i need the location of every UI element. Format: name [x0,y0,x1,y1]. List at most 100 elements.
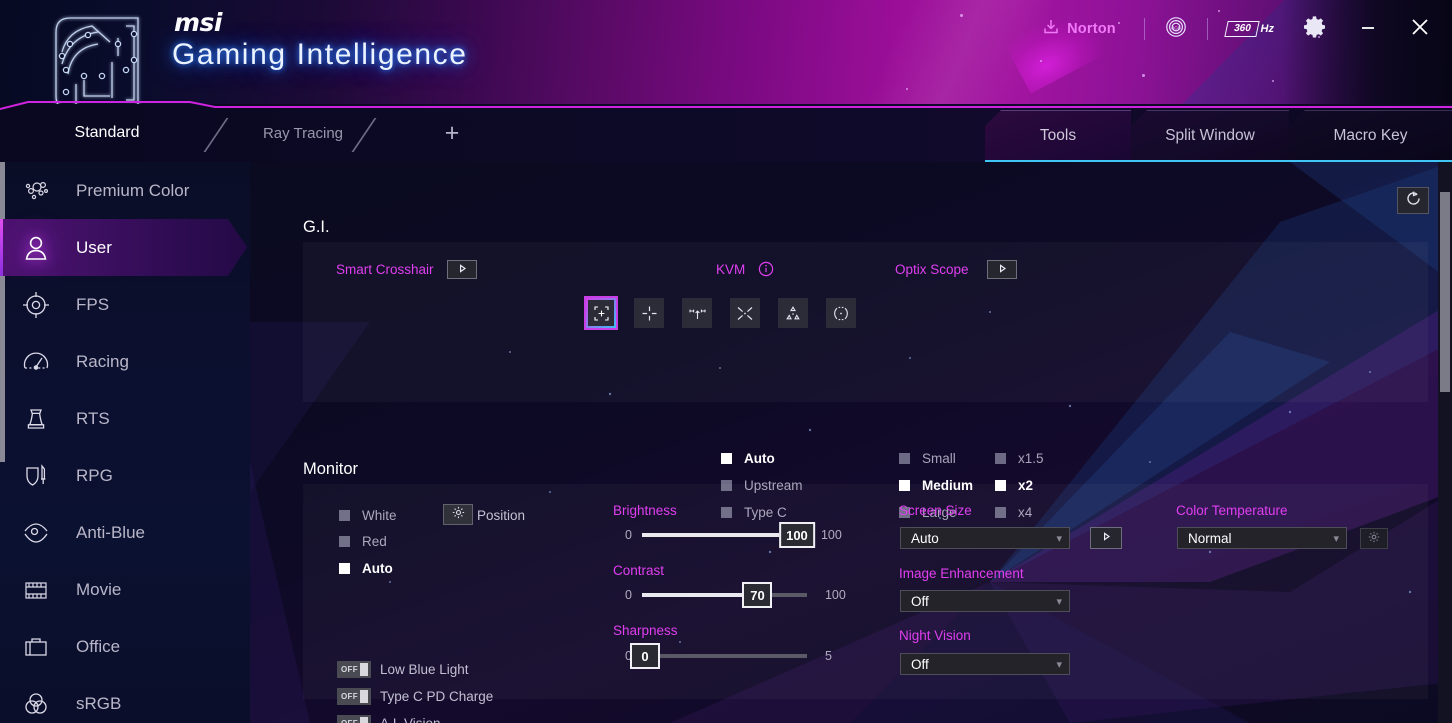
minimize-icon [1358,17,1378,42]
sidebar-item-office[interactable]: Office [0,618,250,675]
sidebar-item-label: RTS [76,408,110,428]
smart-crosshair-label: Smart Crosshair [336,262,434,277]
kvm-option-auto[interactable]: Auto [721,451,775,466]
toggle-type-c-pd-charge[interactable]: OFF [337,688,371,705]
chess-rook-icon [18,401,54,437]
smart-crosshair-play-button[interactable] [447,260,477,279]
brightness-track[interactable]: 100 [641,522,815,548]
tab-standard[interactable]: Standard [0,104,214,162]
sidebar-item-label: User [76,237,112,257]
tab-ray-tracing[interactable]: Ray Tracing [232,104,374,162]
crosshair-style-6[interactable] [826,298,856,328]
toggle-knob [360,690,368,703]
gi-section-title: G.I. [303,218,330,236]
play-icon [1101,529,1112,547]
tab-tools[interactable]: Tools [985,110,1131,162]
chevron-down-icon: ▾ [1056,658,1062,671]
brightness-fill [641,533,797,537]
color-temperature-settings-button[interactable] [1360,528,1388,549]
rgb-button[interactable]: RGB [1159,0,1193,58]
sidebar-item-label: RPG [76,465,113,485]
svg-text:RGB: RGB [1171,25,1181,30]
sharpness-track[interactable]: 0 [629,643,807,669]
optix-zoom-x15[interactable]: x1.5 [995,451,1044,466]
sidebar-item-srgb[interactable]: sRGB [0,675,250,723]
refresh-rate-button[interactable]: 360 Hz [1222,0,1278,58]
kvm-option-auto-label: Auto [744,451,775,466]
crosshair-style-2[interactable] [634,298,664,328]
screen-size-label: Screen Size [899,503,972,518]
toggle-ai-vision[interactable]: OFF [337,715,371,723]
color-temperature-label: Color Temperature [1176,503,1288,518]
sidebar-active-edge [0,219,3,276]
msi-wordmark: msi [174,8,222,37]
close-button[interactable] [1394,0,1446,58]
optix-zoom-x15-label: x1.5 [1018,451,1044,466]
sidebar: Premium Color User FPS Racing RTS RPG An… [0,162,250,723]
toggle-low-blue-light[interactable]: OFF [337,661,371,678]
contrast-slider[interactable]: 0 70 100 [625,582,851,608]
sharpness-slider[interactable]: 0 0 5 [625,643,851,669]
sidebar-item-user[interactable]: User [0,219,250,276]
norton-button[interactable]: Norton [1042,0,1116,58]
app-title: Gaming Intelligence [172,38,468,71]
add-tab-button[interactable]: + [432,104,472,162]
screen-size-select[interactable]: Auto ▾ [900,527,1070,549]
sidebar-item-label: FPS [76,294,110,314]
sidebar-item-fps[interactable]: FPS [0,276,250,333]
play-icon [457,261,468,279]
crosshair-style-5[interactable] [778,298,808,328]
sidebar-item-movie[interactable]: Movie [0,561,250,618]
crosshair-target-icon [18,287,54,323]
image-enhancement-select[interactable]: Off ▾ [900,590,1070,612]
user-icon [18,230,54,266]
contrast-track[interactable]: 70 [641,582,807,608]
color-temperature-select[interactable]: Normal ▾ [1177,527,1347,549]
tab-macro-key[interactable]: Macro Key [1289,110,1452,162]
speedometer-icon [18,344,54,380]
sharpness-max: 5 [824,649,832,663]
sidebar-item-premium-color[interactable]: Premium Color [0,162,250,219]
tab-tools-label: Tools [1039,127,1077,144]
sidebar-item-rts[interactable]: RTS [0,390,250,447]
header-divider-1 [1143,18,1145,40]
header-controls: Norton RGB 360 Hz [1042,0,1452,58]
night-vision-label: Night Vision [899,628,971,643]
crosshair-style-4[interactable] [730,298,760,328]
crosshair-style-3[interactable] [682,298,712,328]
content-scrollbar[interactable] [1438,162,1452,723]
toggle-ai-vision-label: A.I. Vision [380,716,441,723]
sidebar-item-rpg[interactable]: RPG [0,447,250,504]
contrast-thumb[interactable]: 70 [742,582,773,608]
content-scrollbar-thumb[interactable] [1440,192,1450,392]
contrast-max: 100 [824,588,846,602]
eye-icon [18,515,54,551]
brightness-max: 100 [820,528,842,542]
settings-button[interactable] [1290,0,1342,58]
optix-scope-play-button[interactable] [987,260,1017,279]
sharpness-thumb[interactable]: 0 [629,643,660,669]
film-strip-icon [18,572,54,608]
brightness-slider[interactable]: 0 100 100 [625,522,851,548]
contrast-min: 0 [625,588,632,602]
screen-size-value: Auto [911,530,939,546]
night-vision-select[interactable]: Off ▾ [900,653,1070,675]
norton-label: Norton [1067,21,1116,37]
optix-size-small[interactable]: Small [899,451,956,466]
sidebar-item-label: Office [76,636,121,656]
sidebar-item-anti-blue[interactable]: Anti-Blue [0,504,250,561]
play-icon [997,261,1008,279]
brightness-thumb[interactable]: 100 [779,522,815,548]
reset-button[interactable] [1397,187,1429,214]
tab-split-window[interactable]: Split Window [1131,110,1289,162]
screen-size-play-button[interactable] [1090,527,1122,549]
monitor-section-title: Monitor [303,460,359,478]
minimize-button[interactable] [1342,0,1394,58]
image-enhancement-value: Off [911,593,929,609]
tab-strip: Standard Ray Tracing + Tools Split Windo… [0,104,1452,162]
kvm-info-button[interactable] [758,261,774,282]
crosshair-style-1[interactable] [586,298,616,328]
sidebar-item-racing[interactable]: Racing [0,333,250,390]
toggle-knob [360,663,368,676]
download-icon [1042,18,1060,41]
